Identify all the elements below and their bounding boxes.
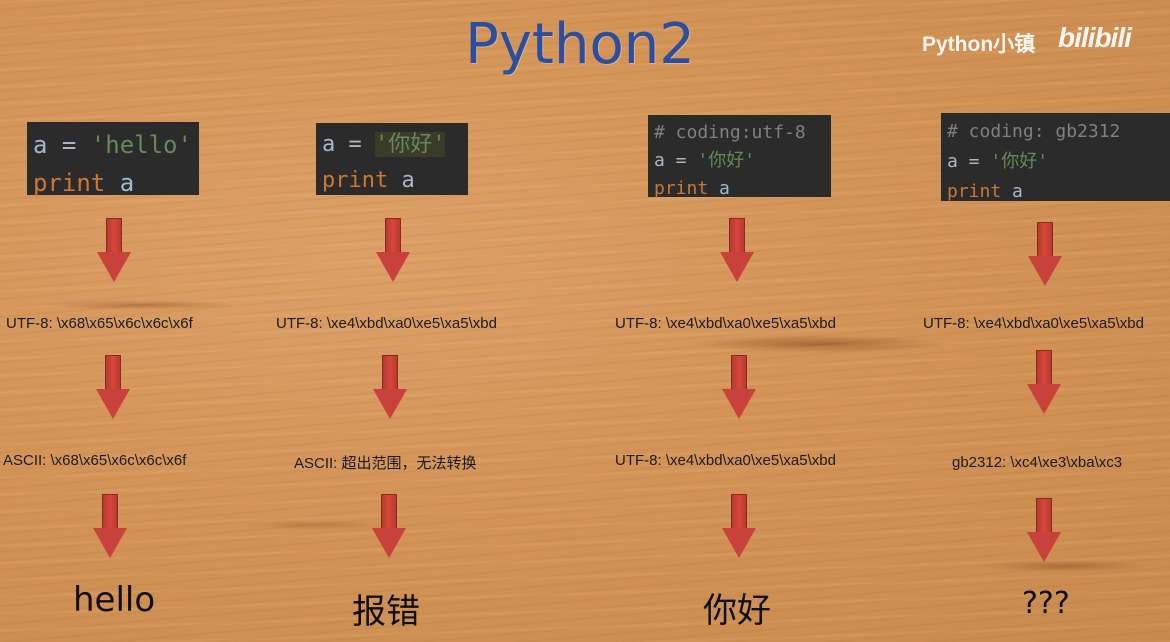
code-keyword: print bbox=[322, 168, 389, 193]
code-string: '你好' bbox=[697, 150, 756, 171]
channel-watermark: Python小镇 bbox=[922, 33, 1036, 56]
down-arrow-icon bbox=[97, 218, 131, 282]
code-block-nihao: a = '你好' print a bbox=[316, 123, 468, 195]
step2-label: gb2312: \xc4\xe3\xba\xc3 bbox=[952, 454, 1123, 471]
result-text: 报错 bbox=[352, 592, 420, 632]
code-block-coding-utf8: # coding:utf-8 a = '你好' print a bbox=[648, 115, 831, 199]
code-text: a bbox=[708, 178, 730, 199]
step1-label: UTF-8: \x68\x65\x6c\x6c\x6f bbox=[6, 315, 193, 332]
code-block-hello: a = 'hello' print a bbox=[27, 122, 199, 197]
wood-grain bbox=[240, 520, 390, 530]
step1-label: UTF-8: \xe4\xbd\xa0\xe5\xa5\xbd bbox=[923, 315, 1144, 332]
code-string: 'hello' bbox=[90, 131, 192, 159]
code-text: a = bbox=[654, 150, 698, 171]
result-text: 你好 bbox=[703, 591, 771, 631]
down-arrow-icon bbox=[373, 355, 407, 419]
result-text: ??? bbox=[1022, 586, 1070, 621]
code-comment: # coding:utf-8 bbox=[654, 122, 806, 143]
down-arrow-icon bbox=[1027, 498, 1061, 562]
code-text: a bbox=[1001, 181, 1023, 202]
down-arrow-icon bbox=[376, 218, 410, 282]
step1-label: UTF-8: \xe4\xbd\xa0\xe5\xa5\xbd bbox=[615, 315, 836, 332]
code-keyword: print bbox=[947, 181, 1002, 202]
code-keyword: print bbox=[654, 178, 709, 199]
code-keyword: print bbox=[33, 169, 106, 197]
code-string: '你好' bbox=[374, 132, 446, 157]
down-arrow-icon bbox=[1027, 350, 1061, 414]
down-arrow-icon bbox=[372, 494, 406, 558]
code-text: a = bbox=[33, 131, 91, 159]
step1-label: UTF-8: \xe4\xbd\xa0\xe5\xa5\xbd bbox=[276, 315, 497, 332]
step2-label: ASCII: \x68\x65\x6c\x6c\x6f bbox=[3, 452, 187, 469]
down-arrow-icon bbox=[722, 355, 756, 419]
down-arrow-icon bbox=[722, 494, 756, 558]
code-text: a bbox=[388, 168, 415, 193]
bilibili-logo: bilibili bbox=[1058, 22, 1132, 53]
down-arrow-icon bbox=[93, 494, 127, 558]
down-arrow-icon bbox=[1028, 222, 1062, 286]
down-arrow-icon bbox=[96, 355, 130, 419]
result-text: hello bbox=[73, 580, 156, 620]
down-arrow-icon bbox=[720, 218, 754, 282]
step2-label: ASCII: 超出范围，无法转换 bbox=[294, 455, 477, 472]
wood-grain bbox=[980, 560, 1150, 572]
wood-grain bbox=[690, 335, 950, 353]
step2-label: UTF-8: \xe4\xbd\xa0\xe5\xa5\xbd bbox=[615, 452, 836, 469]
code-text: a = bbox=[947, 151, 991, 172]
code-text: a bbox=[105, 169, 135, 197]
wood-grain bbox=[40, 300, 240, 310]
code-string: '你好' bbox=[990, 151, 1049, 172]
code-block-coding-gb2312: # coding: gb2312 a = '你好' print a bbox=[941, 113, 1170, 202]
code-comment: # coding: gb2312 bbox=[947, 121, 1121, 142]
code-text: a = bbox=[322, 132, 375, 157]
